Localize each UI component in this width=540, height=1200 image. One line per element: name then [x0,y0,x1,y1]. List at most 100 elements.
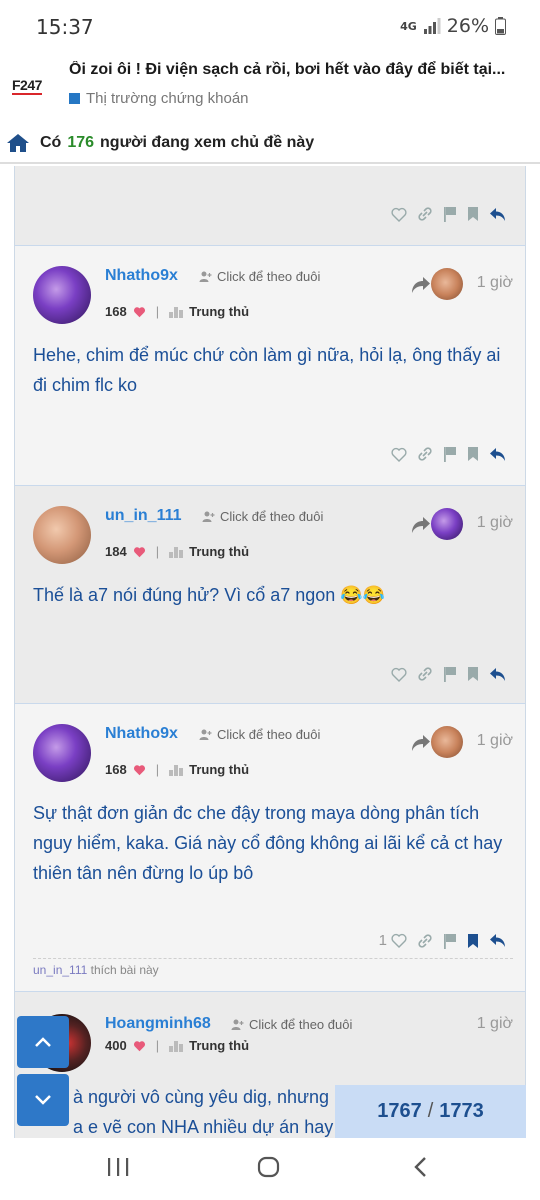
follow-button[interactable]: Click để theo đuôi [231,1017,352,1032]
post-time: 1 giờ [476,514,513,531]
follow-button[interactable]: Click để theo đuôi [199,727,320,742]
add-user-icon [199,729,212,740]
post-actions [391,206,507,222]
avatar[interactable] [33,266,91,324]
points: 400 [105,1038,127,1053]
user-meta: 184 | Trung thủ [105,544,249,559]
viewers-bar: Có 176 người đang xem chủ đề này [0,124,540,164]
quoted-user-avatar[interactable] [431,508,463,540]
bookmark-icon[interactable] [467,446,479,462]
points: 168 [105,304,127,319]
bookmark-icon[interactable] [467,933,479,949]
like-icon[interactable] [391,207,407,222]
post-username[interactable]: Hoangminh68 [105,1015,211,1033]
link-icon[interactable] [417,206,433,222]
post-time: 1 giờ [476,274,513,291]
reply-icon[interactable] [489,207,507,222]
forum-link[interactable]: Thị trường chứng khoán [69,90,249,107]
recent-apps-icon[interactable] [106,1156,130,1178]
reply-icon[interactable] [489,667,507,682]
quoted-user-avatar[interactable] [431,268,463,300]
user-meta: 168 | Trung thủ [105,304,249,319]
scroll-down-button[interactable] [17,1074,69,1126]
battery-percent: 26% [446,15,489,37]
scroll-up-button[interactable] [17,1016,69,1068]
status-icons: 4G 26% [400,15,506,37]
post-actions: 1 [379,932,507,949]
follow-label: Click để theo đuôi [217,727,321,742]
avatar[interactable] [33,724,91,782]
flag-icon[interactable] [443,206,457,222]
thread-title[interactable]: Ối zoi ôi ! Đi viện sạch cả rồi, bơi hết… [69,61,519,79]
current-post-number: 1767 [377,1100,422,1122]
svg-text:F247: F247 [12,77,43,93]
share-icon[interactable] [411,516,431,534]
share-icon[interactable] [411,734,431,752]
post-item: un_in_111 Click để theo đuôi 1 giờ 184 |… [15,486,525,704]
post-content: Thế là a7 nói đúng hử? Vì cổ a7 ngon 😂😂 [33,585,386,605]
link-icon[interactable] [417,446,433,462]
add-user-icon [231,1019,244,1030]
pager-separator: / [427,1100,434,1122]
user-title: Trung thủ [189,304,250,319]
back-icon[interactable] [410,1156,434,1178]
flag-icon[interactable] [443,446,457,462]
system-nav-bar [0,1138,540,1200]
reply-icon[interactable] [489,933,507,948]
post-content: Hehe, chim để múc chứ còn làm gì nữa, hỏ… [33,345,501,395]
user-title: Trung thủ [189,544,250,559]
home-button-icon[interactable] [257,1156,281,1178]
home-icon[interactable] [6,133,30,153]
forum-color-square [69,93,80,104]
rank-icon [169,307,184,318]
flag-icon[interactable] [443,933,457,949]
add-user-icon [199,271,212,282]
total-post-count: 1773 [439,1100,484,1122]
meta-separator: | [155,304,160,319]
post-username[interactable]: Nhatho9x [105,267,178,285]
liked-by-user[interactable]: un_in_111 [33,963,87,977]
post-time: 1 giờ [476,732,513,749]
follow-label: Click để theo đuôi [249,1017,353,1032]
post-previous [15,166,525,246]
flag-icon[interactable] [443,666,457,682]
bookmark-icon[interactable] [467,666,479,682]
add-user-icon [202,511,215,522]
meta-separator: | [155,762,160,777]
battery-icon [495,17,506,35]
reply-icon[interactable] [489,447,507,462]
viewers-prefix: Có [40,134,62,151]
post-time: 1 giờ [476,1015,513,1032]
like-count: 1 [378,932,387,949]
post-username[interactable]: un_in_111 [105,507,182,525]
follow-button[interactable]: Click để theo đuôi [202,509,323,524]
like-icon[interactable] [391,447,407,462]
link-icon[interactable] [417,933,433,949]
avatar[interactable] [33,506,91,564]
viewers-count: 176 [67,134,95,151]
points: 168 [105,762,127,777]
meta-separator: | [155,1038,160,1053]
f247-logo[interactable]: F247 [12,75,56,97]
viewers-suffix: người đang xem chủ đề này [100,134,315,151]
liked-by-suffix: thích bài này [90,963,159,977]
page-indicator[interactable]: 1767 / 1773 [335,1085,526,1138]
post-username[interactable]: Nhatho9x [105,725,178,743]
share-icon[interactable] [411,276,431,294]
post-content: Sự thật đơn giản đc che đậy trong maya d… [33,803,503,883]
status-bar: 15:37 4G 26% [0,0,540,50]
heart-icon [133,1040,145,1051]
signal-icon [423,18,441,34]
network-label: 4G [400,19,417,33]
like-icon[interactable] [391,933,407,948]
rank-icon [169,547,184,558]
quoted-user-avatar[interactable] [431,726,463,758]
heart-icon [133,306,145,317]
like-icon[interactable] [391,667,407,682]
post-actions [391,446,507,462]
user-meta: 168 | Trung thủ [105,762,249,777]
link-icon[interactable] [417,666,433,682]
follow-button[interactable]: Click để theo đuôi [199,269,320,284]
heart-icon [133,764,145,775]
bookmark-icon[interactable] [467,206,479,222]
